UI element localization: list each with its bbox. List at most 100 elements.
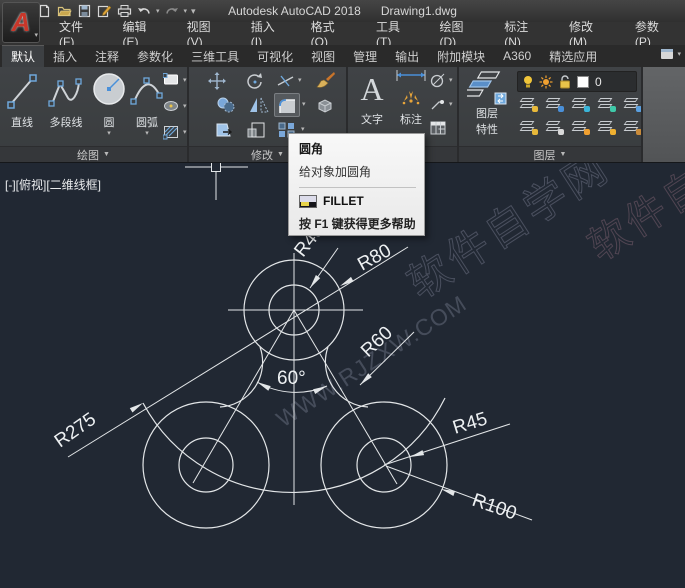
- fillet-icon: [277, 96, 299, 116]
- tab-visualize[interactable]: 可视化: [248, 45, 302, 67]
- stretch-icon: [215, 121, 235, 139]
- table-button[interactable]: [430, 121, 446, 135]
- tab-parametric[interactable]: 参数化: [128, 45, 182, 67]
- layer-match-icon[interactable]: [545, 97, 564, 112]
- panel-label-draw[interactable]: 绘图▼: [0, 146, 187, 162]
- viewport-controls-label[interactable]: [-][俯视][二维线框]: [5, 176, 101, 193]
- polyline-button[interactable]: 多段线: [42, 70, 90, 130]
- polyline-icon: [48, 70, 84, 112]
- r275-arrow: [130, 403, 143, 413]
- dimension-button[interactable]: 标注: [392, 69, 430, 127]
- layer-merge-icon[interactable]: [623, 120, 642, 135]
- tab-insert[interactable]: 插入: [44, 45, 86, 67]
- rectangle-button[interactable]: ▾: [163, 73, 187, 87]
- layer-thaw-all-icon[interactable]: [571, 120, 590, 135]
- mirror-button[interactable]: [249, 96, 269, 114]
- dim-angle: 60°: [277, 368, 306, 389]
- copy-button[interactable]: [216, 96, 236, 114]
- appmenu-dropdown-icon: ▾: [34, 32, 38, 39]
- erase-icon: [316, 71, 336, 90]
- menu-modify[interactable]: 修改(M): [555, 22, 621, 45]
- menu-tools[interactable]: 工具(T): [362, 22, 426, 45]
- move-button[interactable]: [208, 72, 226, 90]
- ellipse-button[interactable]: ▾: [163, 99, 187, 113]
- layer-lock-icon[interactable]: [597, 97, 616, 112]
- application-menu-button[interactable]: A ▾: [2, 2, 40, 43]
- tab-3dtools[interactable]: 三维工具: [182, 45, 248, 67]
- layer-thaw-sun-icon: [539, 75, 553, 89]
- tooltip-help-hint: 按 F1 键获得更多帮助: [299, 215, 416, 232]
- tooltip-divider: [299, 187, 416, 188]
- trim-icon: [277, 74, 295, 88]
- leader-icon: [430, 97, 446, 111]
- fillet-command-icon: [299, 195, 317, 208]
- grip-marker: [185, 163, 248, 200]
- dim-r45: R45: [450, 409, 489, 439]
- arc-button[interactable]: 圆弧 ▾: [128, 70, 166, 137]
- layer-on-bulb-icon: [523, 75, 533, 89]
- rotate-button[interactable]: [246, 72, 264, 90]
- layer-unlock2-icon[interactable]: [597, 120, 616, 135]
- tab-output[interactable]: 输出: [386, 45, 428, 67]
- centermark-icon: [430, 73, 446, 88]
- fillet-button[interactable]: [274, 93, 300, 117]
- dim-r80: R80: [354, 240, 395, 275]
- erase-button[interactable]: [316, 71, 336, 90]
- layer-properties-icon: [467, 69, 507, 105]
- text-button[interactable]: A 文字: [354, 69, 390, 127]
- tooltip-command: FILLET: [323, 194, 364, 208]
- hatch-icon: [163, 125, 180, 140]
- circle-dropdown-icon[interactable]: ▾: [107, 130, 111, 137]
- ribbon-display-toggle[interactable]: ▾: [660, 48, 681, 60]
- copy-icon: [216, 96, 236, 114]
- tab-featured[interactable]: 精选应用: [540, 45, 606, 67]
- mirror-icon: [249, 96, 269, 114]
- layer-isolate-icon[interactable]: [519, 97, 538, 112]
- left-outer-circle: [143, 402, 269, 528]
- menu-edit[interactable]: 编辑(E): [109, 22, 173, 45]
- fillet-dropdown-icon[interactable]: ▾: [302, 101, 306, 108]
- menu-file[interactable]: 文件(F): [45, 22, 109, 45]
- line-button[interactable]: 直线: [2, 70, 42, 130]
- layer-properties-button[interactable]: 图层 特性: [465, 69, 509, 137]
- tab-a360[interactable]: A360: [494, 45, 540, 67]
- tab-view[interactable]: 视图: [302, 45, 344, 67]
- ribbon-tab-bar: 默认 插入 注释 参数化 三维工具 可视化 视图 管理 输出 附加模块 A360…: [0, 45, 685, 67]
- circle-button[interactable]: 圆 ▾: [90, 70, 128, 137]
- tab-addins[interactable]: 附加模块: [428, 45, 494, 67]
- layer-unlock-icon: [559, 75, 571, 89]
- left-inner-circle: [179, 438, 233, 492]
- menu-format[interactable]: 格式(O): [297, 22, 362, 45]
- app-title: Autodesk AutoCAD 2018: [228, 4, 361, 18]
- trim-button[interactable]: [277, 74, 295, 88]
- layer-state-control[interactable]: 0: [517, 71, 637, 92]
- angle-left-arrow: [257, 382, 271, 391]
- dimension-icon: [394, 69, 428, 109]
- trim-dropdown-icon[interactable]: ▾: [298, 77, 302, 84]
- scale-button[interactable]: [246, 121, 266, 139]
- tab-manage[interactable]: 管理: [344, 45, 386, 67]
- tab-annotate[interactable]: 注释: [86, 45, 128, 67]
- explode-button[interactable]: [315, 96, 334, 114]
- layer-unisolate-icon[interactable]: [519, 120, 538, 135]
- menu-dimension[interactable]: 标注(N): [490, 22, 555, 45]
- leader-button[interactable]: ▾: [430, 97, 453, 111]
- panel-label-layers[interactable]: 图层▼: [459, 146, 641, 162]
- stretch-button[interactable]: [215, 121, 235, 139]
- layer-freeze-icon[interactable]: [571, 97, 590, 112]
- centermark-button[interactable]: ▾: [430, 73, 453, 88]
- hatch-button[interactable]: ▾: [163, 125, 187, 140]
- layer-color-swatch[interactable]: [577, 76, 589, 88]
- menu-insert[interactable]: 插入(I): [237, 22, 297, 45]
- layer-previous-icon[interactable]: [623, 97, 642, 112]
- menu-draw[interactable]: 绘图(D): [426, 22, 491, 45]
- array-dropdown-icon[interactable]: ▾: [301, 126, 305, 133]
- menu-parametric[interactable]: 参数(P): [621, 22, 685, 45]
- ellipse-icon: [163, 99, 180, 113]
- layer-makecurrent-icon[interactable]: [545, 120, 564, 135]
- scale-icon: [246, 121, 266, 139]
- menu-view[interactable]: 视图(V): [173, 22, 237, 45]
- current-layer-name: 0: [595, 75, 602, 89]
- tab-home[interactable]: 默认: [2, 45, 44, 67]
- arc-dropdown-icon[interactable]: ▾: [145, 130, 149, 137]
